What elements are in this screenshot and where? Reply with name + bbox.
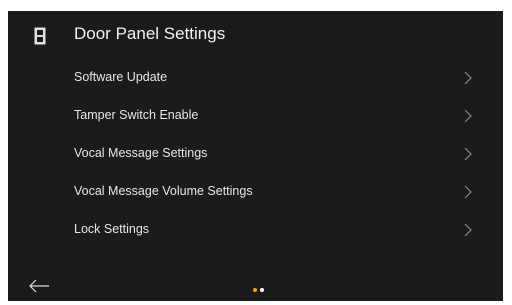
page-dot-inactive (260, 288, 264, 292)
menu-item-label: Tamper Switch Enable (74, 108, 199, 122)
menu-item-label: Vocal Message Settings (74, 146, 208, 160)
menu-item-tamper-switch-enable[interactable]: Tamper Switch Enable (8, 97, 503, 135)
chevron-right-icon (464, 71, 472, 85)
chevron-right-icon (464, 109, 472, 123)
settings-screen: Door Panel Settings Software Update Tamp… (8, 11, 503, 301)
chevron-right-icon (464, 223, 472, 237)
menu-item-vocal-message-settings[interactable]: Vocal Message Settings (8, 135, 503, 173)
menu-item-label: Software Update (74, 70, 168, 84)
chevron-right-icon (464, 147, 472, 161)
menu-item-software-update[interactable]: Software Update (8, 59, 503, 97)
header: Door Panel Settings (8, 11, 503, 61)
menu-item-label: Lock Settings (74, 222, 150, 236)
menu-item-vocal-message-volume-settings[interactable]: Vocal Message Volume Settings (8, 173, 503, 211)
door-panel-icon (34, 27, 46, 45)
arrow-left-icon[interactable] (28, 279, 50, 293)
page-dot-active (253, 288, 257, 292)
menu-item-label: Vocal Message Volume Settings (74, 184, 253, 198)
page-title: Door Panel Settings (74, 24, 226, 43)
chevron-right-icon (464, 185, 472, 199)
menu-item-lock-settings[interactable]: Lock Settings (8, 211, 503, 249)
footer (8, 271, 503, 301)
settings-menu: Software Update Tamper Switch Enable Voc… (8, 59, 503, 249)
